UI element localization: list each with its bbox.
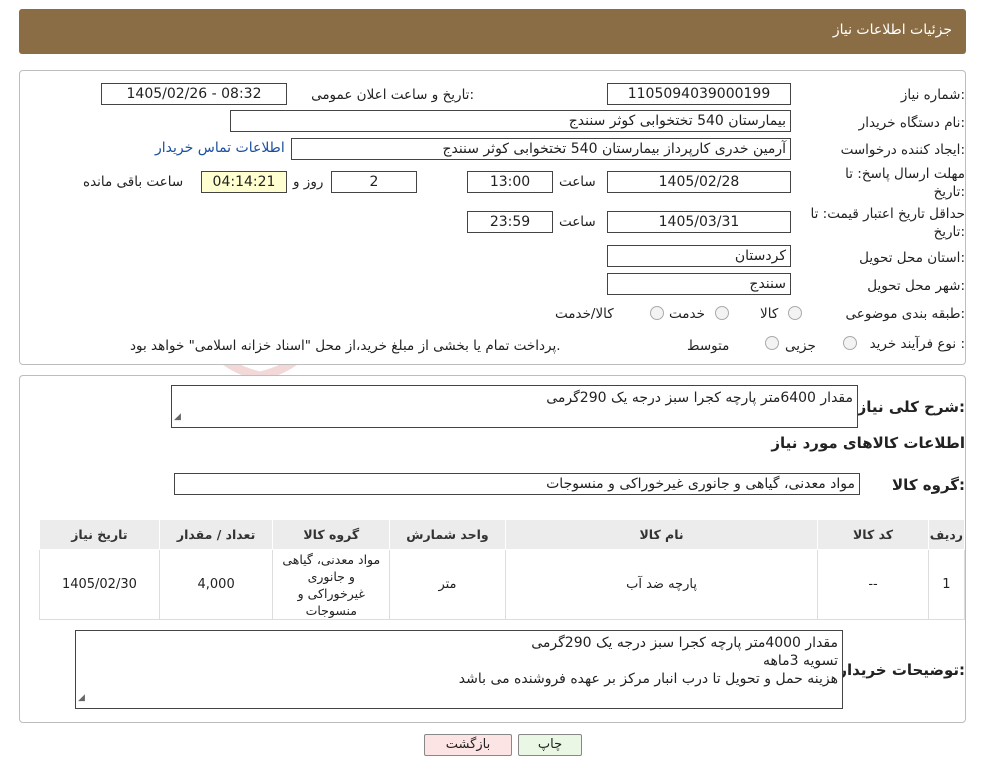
cell-quantity: 4,000 [158, 549, 274, 620]
buyer-notes-line-2: تسویه 3ماهه [762, 653, 838, 669]
requester-field[interactable]: آرمین خدری کارپرداز بیمارستان 540 تختخوا… [291, 138, 791, 160]
category-option-service: خدمت [669, 306, 705, 322]
cell-code: -- [817, 549, 929, 620]
goods-group-label: گروه کالا: [892, 476, 965, 494]
goods-group-field[interactable]: مواد معدنی، گیاهی و جانوری غیرخوراکی و م… [174, 473, 860, 495]
page-header: جزئیات اطلاعات نیاز [19, 9, 966, 54]
summary-text: مقدار 6400متر پارچه کجرا سبز درجه یک 290… [546, 390, 853, 406]
col-header-name: نام کالا [504, 519, 819, 550]
purchase-type-note: پرداخت تمام یا بخشی از مبلغ خرید،از محل … [130, 338, 561, 354]
category-radio-goods-service[interactable] [650, 306, 664, 320]
print-button[interactable]: چاپ [518, 734, 582, 756]
purchase-option-medium: متوسط [687, 338, 730, 354]
summary-label: شرح کلی نیاز: [857, 398, 965, 416]
col-header-code: کد کالا [817, 519, 929, 550]
page-title: جزئیات اطلاعات نیاز [832, 22, 952, 38]
need-number-label: شماره نیاز: [900, 87, 965, 103]
buyer-contact-link[interactable]: اطلاعات تماس خریدار [155, 140, 285, 156]
back-button[interactable]: بازگشت [424, 734, 512, 756]
col-header-row-number: ردیف [927, 519, 966, 550]
category-option-goods-service: کالا/خدمت [555, 306, 614, 322]
purchase-option-minor: جزیی [785, 338, 816, 354]
province-label: استان محل تحویل: [859, 250, 965, 266]
summary-field[interactable]: مقدار 6400متر پارچه کجرا سبز درجه یک 290… [171, 385, 858, 428]
purchase-radio-minor[interactable] [843, 336, 857, 350]
buyer-notes-line-1: مقدار 4000متر پارچه کجرا سبز درجه یک 290… [531, 635, 838, 651]
purchase-type-label: نوع فرآیند خرید : [869, 336, 965, 352]
deadline-date-field[interactable]: 1405/02/28 [607, 171, 791, 193]
goods-table-header-row: ردیف کد کالا نام کالا واحد شمارش گروه کا… [39, 519, 966, 550]
city-field[interactable]: سنندج [607, 273, 791, 295]
col-header-group: گروه کالا [272, 519, 391, 550]
deadline-days-field[interactable]: 2 [331, 171, 417, 193]
category-radio-service[interactable] [715, 306, 729, 320]
announce-label: تاریخ و ساعت اعلان عمومی: [311, 87, 474, 103]
cell-unit: متر [389, 549, 506, 620]
validity-date-field[interactable]: 1405/03/31 [607, 211, 791, 233]
goods-info-title: اطلاعات کالاهای مورد نیاز [771, 434, 965, 452]
requester-label: ایجاد کننده درخواست: [840, 142, 965, 158]
validity-time-field[interactable]: 23:59 [467, 211, 553, 233]
cell-row-number: 1 [927, 549, 966, 620]
announce-field[interactable]: 1405/02/26 - 08:32 [101, 83, 287, 105]
buyer-org-field[interactable]: بیمارستان 540 تختخوابی کوثر سنندج [230, 110, 791, 132]
cell-need-date: 1405/02/30 [39, 549, 160, 620]
validity-label-2: تاریخ: [933, 224, 965, 240]
remaining-time-field: 04:14:21 [201, 171, 287, 193]
category-radio-goods[interactable] [788, 306, 802, 320]
validity-label: حداقل تاریخ اعتبار قیمت: تا [810, 206, 965, 222]
purchase-radio-medium[interactable] [765, 336, 779, 350]
validity-time-label: ساعت [559, 214, 596, 230]
need-number-field[interactable]: 1105094039000199 [607, 83, 791, 105]
province-field[interactable]: کردستان [607, 245, 791, 267]
col-header-need-date: تاریخ نیاز [39, 519, 160, 550]
cell-name: پارچه ضد آب [504, 549, 819, 620]
buyer-notes-field[interactable]: مقدار 4000متر پارچه کجرا سبز درجه یک 290… [75, 630, 843, 709]
deadline-label-2: تاریخ: [933, 184, 965, 200]
table-row: 1 -- پارچه ضد آب متر مواد معدنی، گیاهی و… [39, 549, 966, 620]
goods-table: ردیف کد کالا نام کالا واحد شمارش گروه کا… [39, 519, 966, 620]
deadline-time-field[interactable]: 13:00 [467, 171, 553, 193]
deadline-time-label: ساعت [559, 174, 596, 190]
category-option-goods: کالا [760, 306, 779, 322]
col-header-quantity: تعداد / مقدار [158, 519, 274, 550]
buyer-notes-label: توضیحات خریدار: [838, 661, 965, 679]
remaining-time-label: ساعت باقی مانده [83, 174, 184, 190]
deadline-days-label: روز و [293, 174, 324, 190]
category-label: طبقه بندی موضوعی: [845, 306, 965, 322]
deadline-label: مهلت ارسال پاسخ: تا [845, 166, 965, 182]
cell-group: مواد معدنی، گیاهی و جانوری غیرخوراکی و م… [272, 549, 391, 620]
col-header-unit: واحد شمارش [389, 519, 506, 550]
city-label: شهر محل تحویل: [867, 278, 965, 294]
buyer-notes-line-3: هزینه حمل و تحویل تا درب انبار مرکز بر ع… [458, 671, 838, 687]
resize-grip-icon[interactable]: ◢ [78, 689, 85, 707]
buyer-org-label: نام دستگاه خریدار: [858, 115, 965, 131]
resize-grip-icon[interactable]: ◢ [174, 408, 181, 426]
